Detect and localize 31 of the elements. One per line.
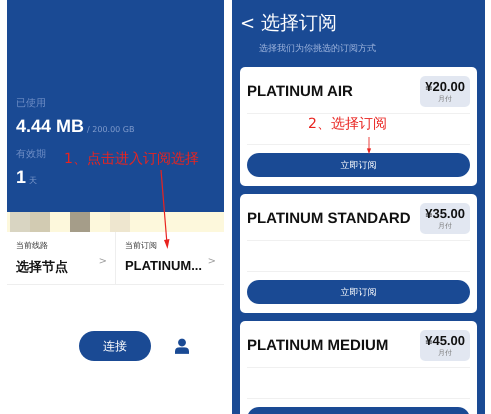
plan-name: PLATINUM STANDARD	[247, 210, 411, 227]
info-value: PLATINUM...	[125, 258, 202, 273]
used-label: 已使用	[16, 97, 46, 110]
subscribe-button[interactable]: 立即订阅	[247, 153, 470, 177]
validity-value: 1	[16, 167, 26, 188]
page-title: 选择订阅	[261, 11, 338, 36]
annotation-text: 1、点击进入订阅选择	[64, 150, 199, 168]
info-value: 选择节点	[16, 258, 68, 276]
info-label: 当前线路	[16, 240, 49, 251]
chevron-icon: >	[208, 256, 216, 284]
user-icon[interactable]	[175, 338, 189, 354]
plan-name: PLATINUM MEDIUM	[247, 337, 388, 354]
validity-label: 有效期	[16, 148, 46, 161]
chevron-icon: >	[98, 256, 107, 284]
price-value: ¥35.00	[425, 206, 465, 221]
annotation-text: 2、选择订阅	[308, 115, 387, 133]
total-value: / 200.00 GB	[87, 125, 134, 134]
info-tile[interactable]: 当前订阅 PLATINUM... >	[116, 232, 224, 284]
subscribe-button[interactable]: 立即订阅	[247, 280, 470, 304]
used-value: 4.44 MB	[16, 116, 84, 137]
plan-name: PLATINUM AIR	[247, 83, 353, 100]
price-value: ¥20.00	[425, 79, 465, 94]
arrow-icon	[159, 170, 171, 250]
back-button[interactable]: <	[240, 12, 256, 34]
arrow-icon	[364, 137, 374, 154]
info-label: 当前订阅	[125, 240, 158, 251]
connect-button[interactable]: 连接	[79, 331, 151, 361]
validity-unit: 天	[29, 175, 38, 186]
info-tile[interactable]: 当前线路 选择节点 >	[7, 232, 116, 284]
page-subtitle: 选择我们为你挑选的订阅方式	[259, 42, 377, 55]
price-value: ¥45.00	[425, 333, 465, 348]
